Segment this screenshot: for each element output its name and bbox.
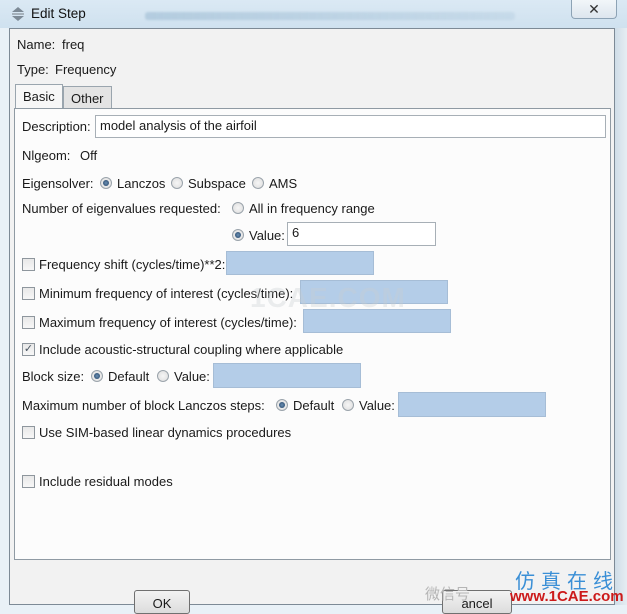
acoustic-coupling-checkbox[interactable]: ✓ bbox=[22, 343, 35, 356]
window-edge bbox=[615, 28, 627, 605]
tab-basic[interactable]: Basic bbox=[15, 84, 63, 108]
eigensolver-label: Eigensolver: bbox=[22, 176, 94, 191]
block-size-default-label: Default bbox=[108, 369, 150, 384]
acoustic-coupling-label: Include acoustic-structural coupling whe… bbox=[39, 342, 344, 357]
sim-based-checkbox[interactable] bbox=[22, 426, 35, 439]
watermark-wechat: 微信号 bbox=[425, 586, 471, 603]
eigensolver-lanczos-radio[interactable] bbox=[100, 177, 112, 189]
num-eigenvalues-input[interactable]: 6 bbox=[287, 222, 436, 246]
description-label: Description: bbox=[22, 119, 91, 134]
ok-button-label: OK bbox=[152, 596, 172, 611]
lanczos-steps-value-radio[interactable] bbox=[342, 399, 354, 411]
block-size-value-radio[interactable] bbox=[157, 370, 169, 382]
frequency-shift-checkbox[interactable] bbox=[22, 258, 35, 271]
tab-basic-label: Basic bbox=[23, 89, 55, 104]
description-value: model analysis of the airfoil bbox=[100, 118, 257, 133]
edit-step-app-icon bbox=[12, 7, 24, 21]
lanczos-steps-default-radio[interactable] bbox=[276, 399, 288, 411]
close-icon: ✕ bbox=[588, 0, 600, 17]
tab-other-label: Other bbox=[71, 91, 104, 106]
eigensolver-lanczos-label: Lanczos bbox=[117, 176, 166, 191]
num-eigenvalues-label: Number of eigenvalues requested: bbox=[22, 201, 221, 216]
basic-tab-panel bbox=[14, 108, 611, 560]
tab-other[interactable]: Other bbox=[63, 86, 112, 108]
eigensolver-ams-label: AMS bbox=[269, 176, 298, 191]
residual-modes-label: Include residual modes bbox=[39, 474, 173, 489]
sim-based-label: Use SIM-based linear dynamics procedures bbox=[39, 425, 292, 440]
max-frequency-checkbox[interactable] bbox=[22, 316, 35, 329]
type-value: Frequency bbox=[55, 62, 117, 77]
residual-modes-checkbox[interactable] bbox=[22, 475, 35, 488]
lanczos-steps-input[interactable] bbox=[398, 392, 546, 417]
block-size-value-label: Value: bbox=[174, 369, 210, 384]
lanczos-steps-value-label: Value: bbox=[359, 398, 395, 413]
block-size-label: Block size: bbox=[22, 369, 85, 384]
title-bar: Edit Step ✕ bbox=[0, 0, 627, 28]
ok-button[interactable]: OK bbox=[134, 590, 190, 614]
num-eigenvalues-all-radio[interactable] bbox=[232, 202, 244, 214]
frequency-shift-label: Frequency shift (cycles/time)**2: bbox=[39, 257, 226, 272]
num-eigenvalues-all-label: All in frequency range bbox=[249, 201, 375, 216]
min-frequency-checkbox[interactable] bbox=[22, 287, 35, 300]
type-label: Type: bbox=[17, 62, 49, 77]
blurred-title-background bbox=[145, 12, 515, 20]
eigensolver-subspace-radio[interactable] bbox=[171, 177, 183, 189]
close-button[interactable]: ✕ bbox=[571, 0, 617, 19]
watermark-url: www.1CAE.com bbox=[510, 588, 624, 605]
num-eigenvalues-value-radio[interactable] bbox=[232, 229, 244, 241]
max-frequency-label: Maximum frequency of interest (cycles/ti… bbox=[39, 315, 297, 330]
block-size-input[interactable] bbox=[213, 363, 361, 388]
frequency-shift-input[interactable] bbox=[226, 251, 374, 275]
eigensolver-subspace-label: Subspace bbox=[188, 176, 246, 191]
watermark-center: 1CAE.COM bbox=[250, 282, 406, 313]
lanczos-steps-label: Maximum number of block Lanczos steps: bbox=[22, 398, 265, 413]
block-size-default-radio[interactable] bbox=[91, 370, 103, 382]
num-eigenvalues-value-label: Value: bbox=[249, 228, 285, 243]
lanczos-steps-default-label: Default bbox=[293, 398, 335, 413]
name-label: Name: bbox=[17, 37, 56, 52]
num-eigenvalues-value: 6 bbox=[292, 225, 300, 240]
description-input[interactable]: model analysis of the airfoil bbox=[95, 115, 606, 138]
nlgeom-value: Off bbox=[80, 148, 98, 163]
window-title: Edit Step bbox=[31, 6, 86, 21]
name-value: freq bbox=[62, 37, 85, 52]
nlgeom-label: Nlgeom: bbox=[22, 148, 71, 163]
eigensolver-ams-radio[interactable] bbox=[252, 177, 264, 189]
